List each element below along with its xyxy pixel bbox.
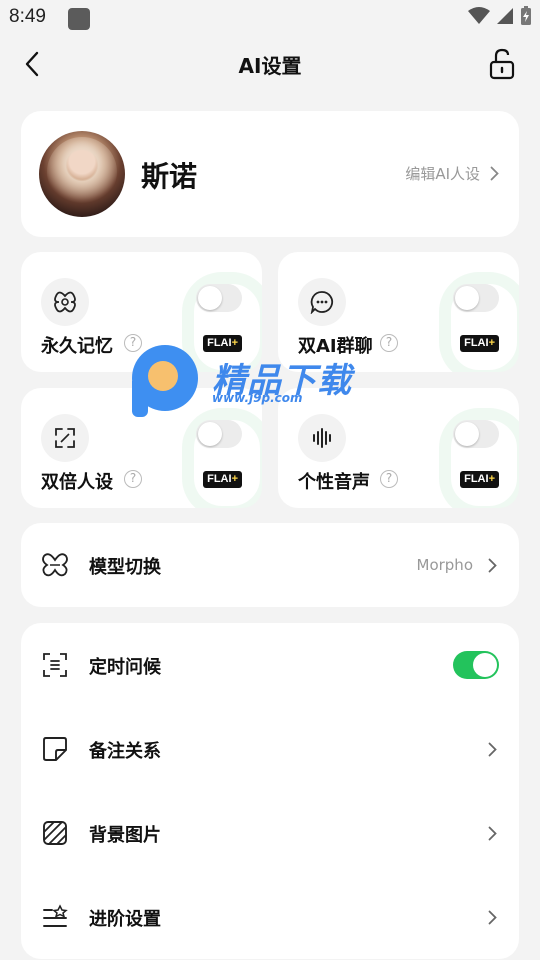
feature-card-permanent-memory: 永久记忆 ? FLAI+ [21,252,262,372]
feature-card-dual-ai-chat: 双AI群聊 ? FLAI+ [278,252,519,372]
settings-list: 定时问候 备注关系 背景图片 进阶设置 [21,623,519,959]
edit-persona-label: 编辑AI人设 [405,165,480,183]
row-label: 进阶设置 [89,909,161,930]
chevron-right-icon [485,826,499,840]
dual-ai-chat-toggle[interactable] [453,284,499,312]
chat-bubble-icon [298,278,346,326]
scan-list-icon [41,651,69,679]
top-bar: AI设置 [0,40,540,88]
feature-label: 双AI群聊 [298,336,373,357]
unlock-button[interactable] [484,46,520,82]
hatched-image-icon [41,819,69,847]
chevron-right-icon [485,558,499,572]
wifi-icon [468,7,490,24]
battery-icon [521,6,531,25]
model-value: Morpho [416,556,474,574]
chevron-right-icon [485,910,499,924]
feature-card-double-persona: 双倍人设 ? FLAI+ [21,388,262,508]
signal-icon [497,8,513,24]
chevron-right-icon [485,742,499,756]
feature-label: 永久记忆 [41,336,113,357]
remark-relationship-row[interactable]: 备注关系 [21,707,519,791]
profile-name: 斯诺 [141,160,198,193]
row-label: 定时问候 [89,657,161,678]
background-image-row[interactable]: 背景图片 [21,791,519,875]
flai-plus-badge: FLAI+ [460,471,499,488]
status-time: 8:49 [9,6,46,27]
row-label: 备注关系 [89,741,161,762]
system-icons [468,6,532,26]
note-icon [41,735,69,763]
expand-icon [41,414,89,462]
butterfly-icon [41,551,69,579]
model-switch-row[interactable]: 模型切换 Morpho [21,523,519,607]
feature-label: 个性音声 [298,472,370,493]
double-persona-toggle[interactable] [196,420,242,448]
audio-wave-icon [298,414,346,462]
flai-plus-badge: FLAI+ [460,335,499,352]
feature-label: 双倍人设 [41,472,113,493]
page-title: AI设置 [238,54,302,78]
chevron-right-icon [490,166,499,181]
avatar [39,131,125,217]
advanced-settings-row[interactable]: 进阶设置 [21,875,519,959]
flai-plus-badge: FLAI+ [203,335,242,352]
permanent-memory-toggle[interactable] [196,284,242,312]
help-icon[interactable]: ? [124,334,142,352]
row-label: 背景图片 [89,825,161,846]
flai-plus-badge: FLAI+ [203,471,242,488]
help-icon[interactable]: ? [380,334,398,352]
feature-card-custom-voice: 个性音声 ? FLAI+ [278,388,519,508]
unlock-icon [489,48,515,80]
app-notification-icon [68,8,90,30]
edit-persona-link[interactable]: 编辑AI人设 [405,163,499,184]
scheduled-greeting-row[interactable]: 定时问候 [21,623,519,707]
profile-card[interactable]: 斯诺 编辑AI人设 [21,111,519,237]
scheduled-greeting-toggle[interactable] [453,651,499,679]
custom-voice-toggle[interactable] [453,420,499,448]
memory-icon [41,278,89,326]
advanced-list-icon [41,903,69,931]
help-icon[interactable]: ? [124,470,142,488]
status-bar: 8:49 [0,0,540,36]
help-icon[interactable]: ? [380,470,398,488]
model-switch-label: 模型切换 [89,557,161,578]
